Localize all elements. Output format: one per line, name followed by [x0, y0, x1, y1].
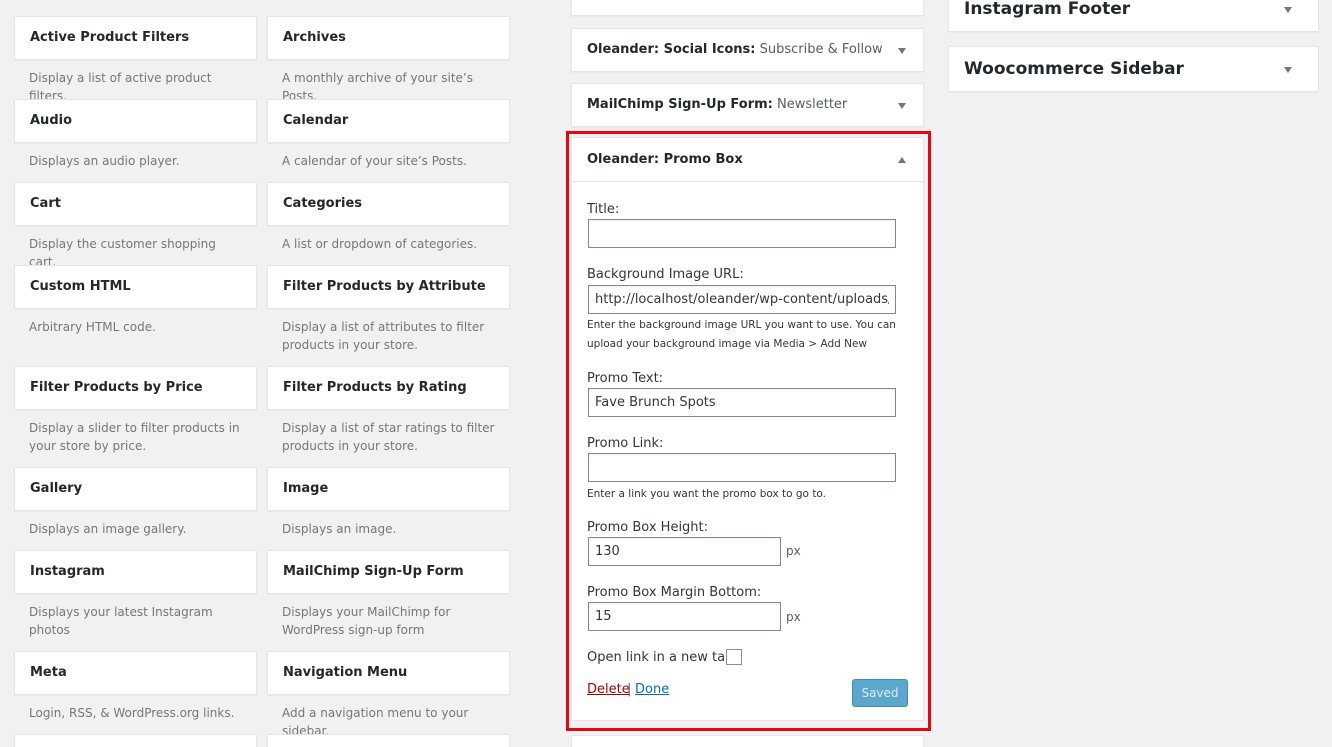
- widget-image[interactable]: Image Displays an image.: [267, 467, 510, 538]
- sidebar-widget-social-icons[interactable]: Oleander: Social Icons: Subscribe & Foll…: [571, 28, 924, 72]
- widget-description: A calendar of your site’s Posts.: [282, 154, 467, 168]
- chevron-down-icon[interactable]: [898, 48, 906, 54]
- promo-box-margin-input[interactable]: [588, 602, 781, 631]
- background-image-input[interactable]: [588, 285, 896, 314]
- promo-link-help: Enter a link you want the promo box to g…: [587, 488, 827, 500]
- widget-description: Display a slider to filter products in y…: [29, 421, 240, 453]
- chevron-up-icon[interactable]: [898, 157, 906, 163]
- sidebar-name: Woocommerce Sidebar: [964, 59, 1184, 79]
- widget-title[interactable]: Filter Products by Attribute: [267, 265, 510, 309]
- widget-title[interactable]: Cart: [14, 182, 257, 226]
- delete-link[interactable]: Delete: [587, 682, 630, 697]
- widget-description: Displays an image gallery.: [29, 522, 187, 536]
- chevron-down-icon[interactable]: [1284, 67, 1292, 73]
- widget-filter-products-by-rating[interactable]: Filter Products by Rating Display a list…: [267, 366, 510, 455]
- widget-title[interactable]: Filter Products by Price: [14, 366, 257, 410]
- widget-description: Login, RSS, & WordPress.org links.: [29, 706, 235, 720]
- widget-title[interactable]: Image: [267, 467, 510, 511]
- widget-calendar[interactable]: Calendar A calendar of your site’s Posts…: [267, 99, 510, 170]
- widget-active-product-filters[interactable]: Active Product Filters Display a list of…: [14, 16, 257, 105]
- height-unit: px: [786, 544, 801, 558]
- promo-box-header[interactable]: Oleander: Promo Box: [572, 138, 923, 182]
- widget-cart[interactable]: Cart Display the customer shopping cart.: [14, 182, 257, 271]
- widget-gallery[interactable]: Gallery Displays an image gallery.: [14, 467, 257, 538]
- promo-box-widget: Oleander: Promo Box Title: Background Im…: [571, 137, 924, 721]
- widget-title[interactable]: Archives: [267, 16, 510, 60]
- widget-title[interactable]: Filter Products by Rating: [267, 366, 510, 410]
- widget-categories[interactable]: Categories A list or dropdown of categor…: [267, 182, 510, 253]
- link-separator: |: [627, 682, 632, 697]
- promo-box-height-input[interactable]: [588, 537, 781, 566]
- widget-filter-products-by-attribute[interactable]: Filter Products by Attribute Display a l…: [267, 265, 510, 354]
- promo-text-input[interactable]: [588, 388, 896, 417]
- promo-text-label: Promo Text:: [587, 371, 664, 386]
- background-image-label: Background Image URL:: [587, 267, 744, 282]
- sidebar-widget-mailchimp[interactable]: MailChimp Sign-Up Form: Newsletter: [571, 83, 924, 127]
- widget-subtitle: Newsletter: [777, 97, 848, 112]
- background-image-help: Enter the background image URL you want …: [587, 319, 896, 350]
- saved-button[interactable]: Saved: [852, 679, 908, 707]
- widget-archives[interactable]: Archives A monthly archive of your site’…: [267, 16, 510, 105]
- widget-title[interactable]: Custom HTML: [14, 265, 257, 309]
- new-tab-label: Open link in a new tab?: [587, 650, 741, 665]
- widget-title-partial[interactable]: [267, 734, 510, 747]
- widget-mailchimp-signup-form[interactable]: MailChimp Sign-Up Form Displays your Mai…: [267, 550, 510, 639]
- widget-description: Displays your latest Instagram photos: [29, 605, 213, 637]
- widget-filter-products-by-price[interactable]: Filter Products by Price Display a slide…: [14, 366, 257, 455]
- sidebar-instagram-footer[interactable]: Instagram Footer: [948, 0, 1319, 32]
- sidebar-widget-partial[interactable]: [571, 735, 924, 747]
- widget-meta[interactable]: Meta Login, RSS, & WordPress.org links.: [14, 651, 257, 722]
- done-link[interactable]: Done: [635, 682, 669, 697]
- promo-box-margin-label: Promo Box Margin Bottom:: [587, 585, 762, 600]
- widget-description: Display a list of star ratings to filter…: [282, 421, 495, 453]
- widget-title[interactable]: Categories: [267, 182, 510, 226]
- chevron-down-icon[interactable]: [898, 103, 906, 109]
- widget-name: Oleander: Social Icons:: [587, 42, 756, 57]
- margin-unit: px: [786, 610, 801, 624]
- widget-instagram[interactable]: Instagram Displays your latest Instagram…: [14, 550, 257, 639]
- promo-box-height-label: Promo Box Height:: [587, 520, 709, 535]
- widget-audio[interactable]: Audio Displays an audio player.: [14, 99, 257, 170]
- widget-partial[interactable]: [267, 734, 510, 747]
- widget-name: Oleander: Promo Box: [587, 152, 743, 167]
- widget-description: Display a list of attributes to filter p…: [282, 320, 485, 352]
- sidebar-widget-partial[interactable]: [571, 0, 924, 16]
- widget-title[interactable]: Navigation Menu: [267, 651, 510, 695]
- title-label: Title:: [587, 202, 620, 217]
- chevron-down-icon[interactable]: [1284, 7, 1292, 13]
- widget-title[interactable]: Calendar: [267, 99, 510, 143]
- widget-description: Displays your MailChimp for WordPress si…: [282, 605, 451, 637]
- widget-subtitle: Subscribe & Follow: [759, 42, 883, 57]
- sidebar-name: Instagram Footer: [964, 0, 1131, 19]
- promo-link-input[interactable]: [588, 453, 896, 482]
- widget-title-partial[interactable]: [14, 734, 257, 747]
- widget-title[interactable]: Active Product Filters: [14, 16, 257, 60]
- widget-description: Displays an image.: [282, 522, 397, 536]
- widget-name: MailChimp Sign-Up Form:: [587, 97, 773, 112]
- widget-title[interactable]: Meta: [14, 651, 257, 695]
- sidebar-woocommerce[interactable]: Woocommerce Sidebar: [948, 46, 1319, 92]
- widget-description: Arbitrary HTML code.: [29, 320, 156, 334]
- widget-partial[interactable]: [14, 734, 257, 747]
- widget-title[interactable]: Instagram: [14, 550, 257, 594]
- promo-link-label: Promo Link:: [587, 436, 664, 451]
- widget-title[interactable]: MailChimp Sign-Up Form: [267, 550, 510, 594]
- widget-navigation-menu[interactable]: Navigation Menu Add a navigation menu to…: [267, 651, 510, 740]
- widget-description: A list or dropdown of categories.: [282, 237, 478, 251]
- new-tab-checkbox[interactable]: [726, 649, 742, 665]
- widget-title[interactable]: Gallery: [14, 467, 257, 511]
- widget-title[interactable]: Audio: [14, 99, 257, 143]
- title-input[interactable]: [588, 219, 896, 248]
- widget-custom-html[interactable]: Custom HTML Arbitrary HTML code.: [14, 265, 257, 336]
- widget-description: Displays an audio player.: [29, 154, 180, 168]
